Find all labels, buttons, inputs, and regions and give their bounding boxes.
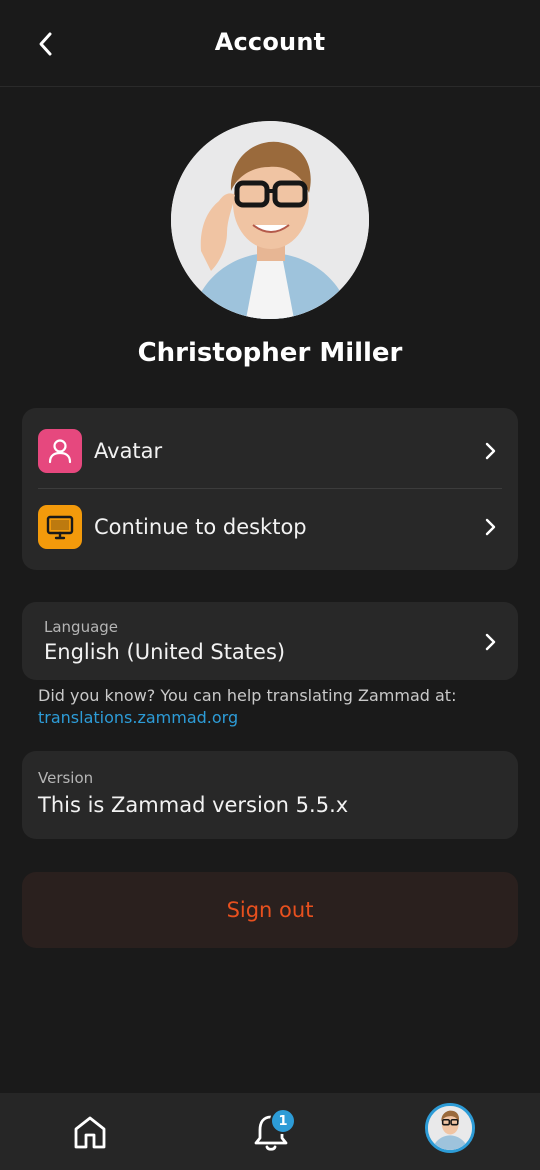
chevron-right-icon [485, 518, 496, 536]
account-menu-card: Avatar Continue to desktop [22, 408, 518, 570]
avatar-menu-item[interactable]: Avatar [22, 413, 518, 489]
continue-to-desktop-label: Continue to desktop [94, 515, 307, 539]
sign-out-button[interactable]: Sign out [22, 872, 518, 948]
user-avatar[interactable] [425, 1103, 475, 1153]
translation-hint: Did you know? You can help translating Z… [38, 686, 457, 705]
language-selector[interactable]: Language English (United States) [22, 602, 518, 680]
monitor-icon [38, 505, 82, 549]
avatar-menu-label: Avatar [94, 439, 163, 463]
version-card: Version This is Zammad version 5.5.x [22, 751, 518, 839]
language-caption: Language [44, 618, 119, 636]
translation-link[interactable]: translations.zammad.org [38, 708, 238, 727]
chevron-right-icon [485, 633, 496, 651]
version-caption: Version [38, 769, 94, 787]
user-icon [38, 429, 82, 473]
user-name: Christopher Miller [137, 338, 403, 368]
continue-to-desktop-menu-item[interactable]: Continue to desktop [22, 489, 518, 565]
profile-avatar [171, 121, 369, 319]
notification-badge: 1 [270, 1108, 296, 1134]
chevron-right-icon [485, 442, 496, 460]
version-value: This is Zammad version 5.5.x [38, 793, 349, 817]
language-value: English (United States) [44, 640, 286, 664]
top-bar: Account [0, 0, 540, 87]
page-title: Account [214, 28, 326, 56]
home-icon[interactable] [70, 1113, 110, 1151]
